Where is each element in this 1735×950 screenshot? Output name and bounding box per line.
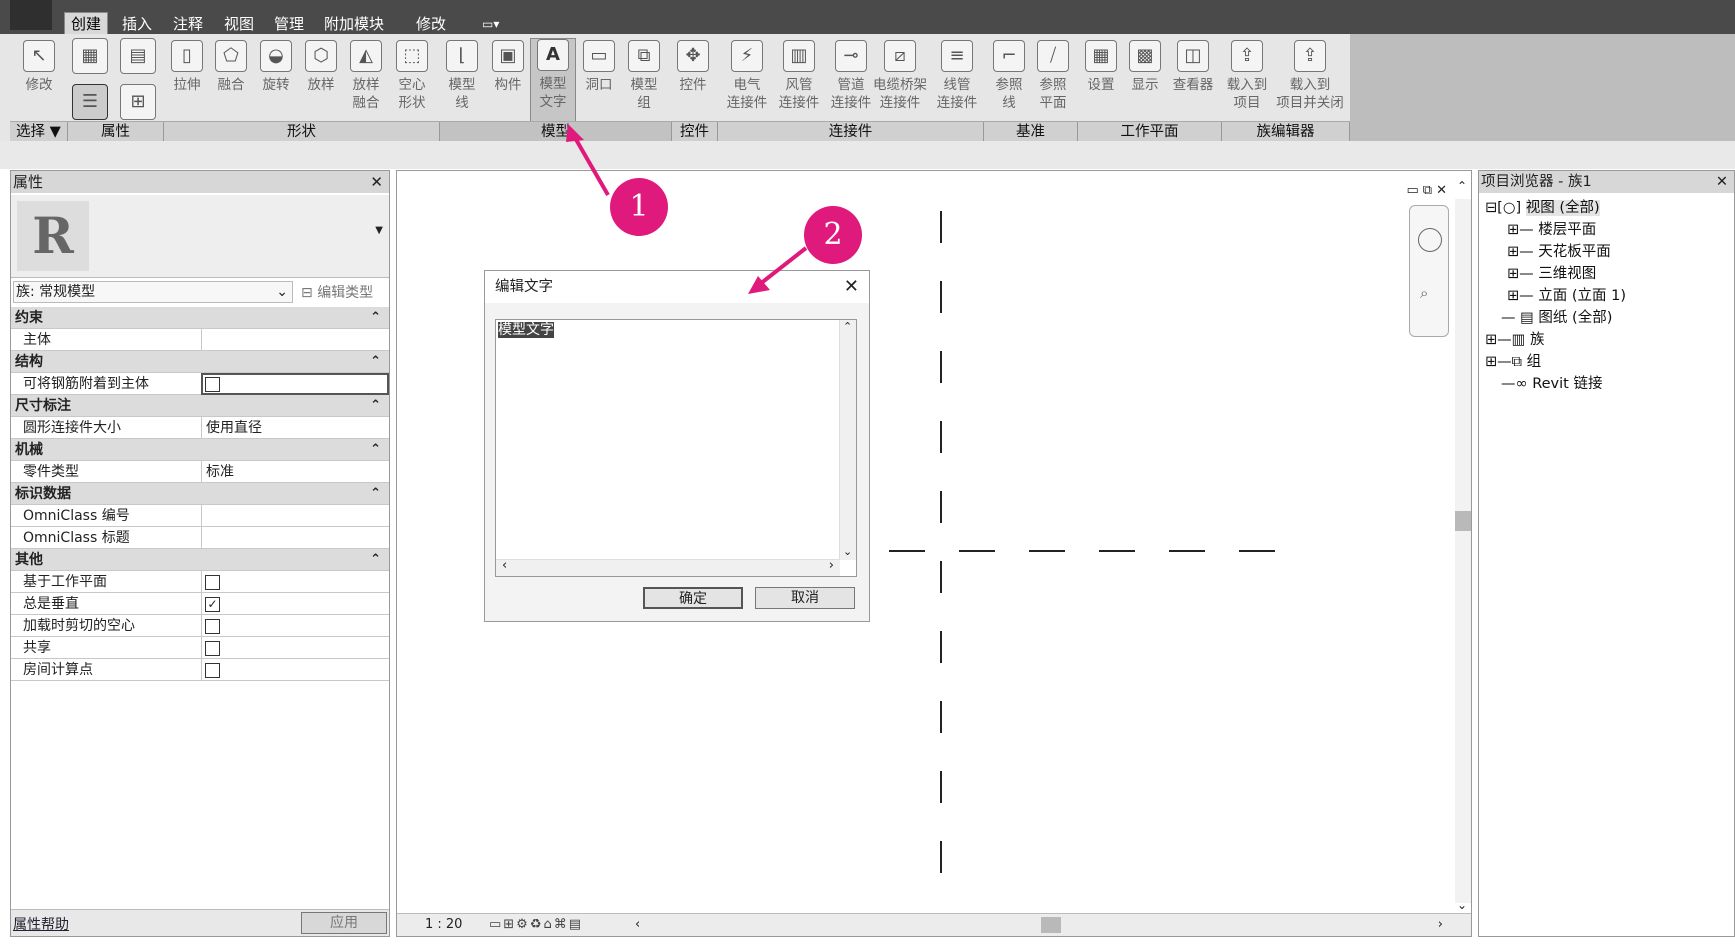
callout-badge-1: 1 (610, 178, 668, 236)
callout-arrowhead-1 (566, 124, 584, 142)
callout-badge-2: 2 (804, 206, 862, 264)
callout-arrow-2 (758, 246, 808, 286)
callout-arrows (566, 124, 808, 294)
callout-arrow-1 (572, 135, 610, 196)
